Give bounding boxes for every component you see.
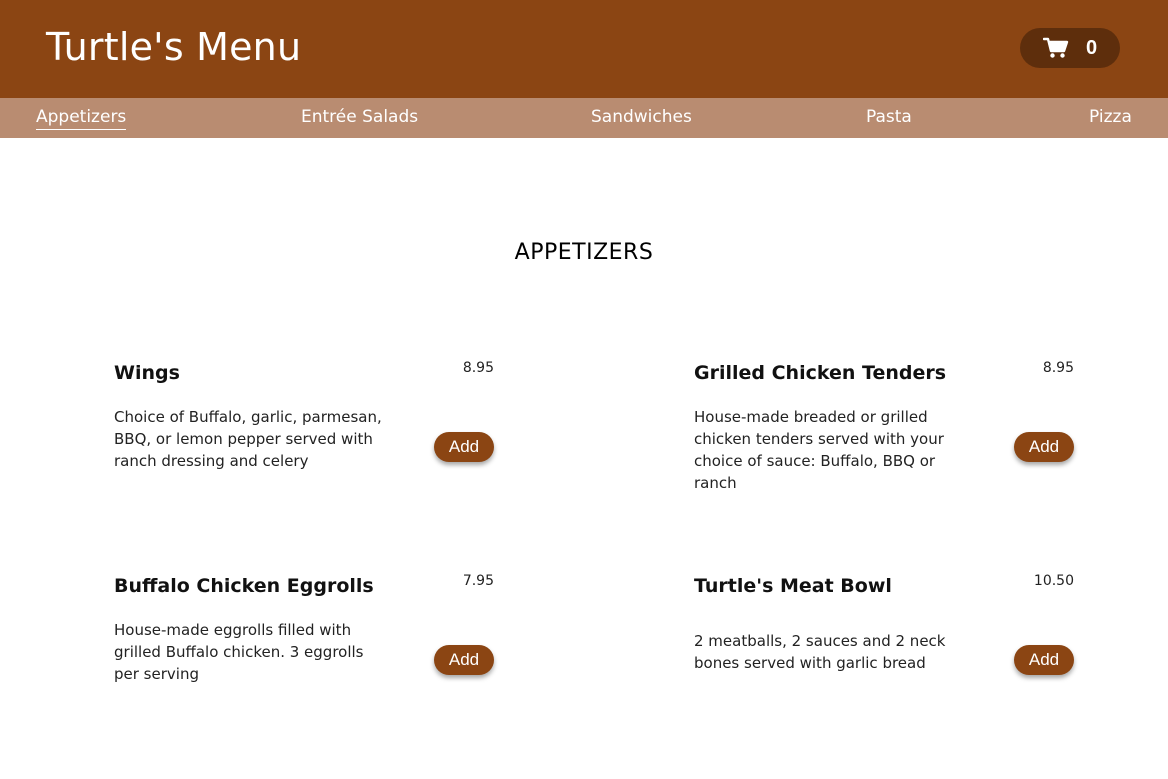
- nav-item-appetizers[interactable]: Appetizers: [36, 106, 127, 130]
- menu-item-name: Turtle's Meat Bowl: [694, 575, 892, 597]
- cart-count: 0: [1086, 37, 1098, 59]
- menu-item-description: 2 meatballs, 2 sauces and 2 neck bones s…: [694, 632, 946, 672]
- section-heading: APPETIZERS: [514, 240, 654, 265]
- cart-button[interactable]: 0: [1020, 28, 1120, 68]
- menu-item-name: Buffalo Chicken Eggrolls: [114, 575, 374, 597]
- add-button[interactable]: Add: [434, 645, 494, 675]
- menu-item-card: Turtle's Meat Bowl 10.50 2 meatballs, 2 …: [694, 573, 1074, 725]
- header-bar: Turtle's Menu 0: [0, 0, 1168, 98]
- menu-item-name: Wings: [114, 362, 180, 384]
- menu-item-price: 10.50: [1033, 573, 1074, 589]
- nav-item-pasta[interactable]: Pasta: [866, 106, 912, 128]
- shopping-cart-icon: [1043, 37, 1069, 58]
- menu-item-card: Buffalo Chicken Eggrolls 7.95 House-made…: [114, 573, 494, 725]
- menu-item-price: 8.95: [1042, 360, 1074, 376]
- menu-item-description: House-made eggrolls filled with grilled …: [114, 621, 364, 683]
- add-button[interactable]: Add: [1014, 645, 1074, 675]
- menu-item-card: Wings 8.95 Choice of Buffalo, garlic, pa…: [114, 360, 494, 512]
- category-nav: Appetizers Entrée Salads Sandwiches Past…: [0, 98, 1168, 138]
- menu-item-card: Grilled Chicken Tenders 8.95 House-made …: [694, 360, 1074, 512]
- nav-item-sandwiches[interactable]: Sandwiches: [591, 106, 692, 128]
- menu-item-price: 8.95: [462, 360, 494, 376]
- menu-item-name: Grilled Chicken Tenders: [694, 362, 947, 384]
- menu-item-price: 7.95: [462, 573, 494, 589]
- add-button[interactable]: Add: [434, 432, 494, 462]
- page-title: Turtle's Menu: [46, 25, 302, 69]
- nav-item-entree-salads[interactable]: Entrée Salads: [301, 106, 418, 128]
- add-button[interactable]: Add: [1014, 432, 1074, 462]
- nav-item-pizza[interactable]: Pizza: [1089, 106, 1132, 128]
- menu-item-description: House-made breaded or grilled chicken te…: [694, 408, 944, 492]
- menu-item-description: Choice of Buffalo, garlic, parmesan, BBQ…: [114, 408, 382, 470]
